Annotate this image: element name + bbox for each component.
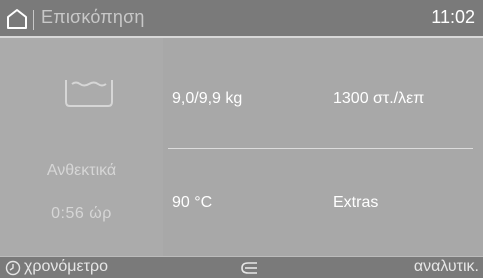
settings-panel: 9,0/9,9 kg 1300 στ./λεπ 90 °C Extras — [163, 38, 483, 256]
program-name: Ανθεκτικά — [46, 162, 117, 179]
page-title: Επισκόπηση — [41, 7, 145, 27]
header-divider — [33, 10, 34, 30]
program-panel[interactable]: Ανθεκτικά 0:56 ώρ — [0, 38, 163, 256]
footer-bar: χρονόμετρο αναλυτικ. — [0, 256, 483, 278]
spin-speed-setting[interactable]: 1300 στ./λεπ — [333, 90, 424, 108]
washing-tub-icon — [65, 80, 113, 107]
clock-icon[interactable] — [5, 260, 21, 276]
header-bar: Επισκόπηση 11:02 — [0, 0, 483, 38]
temperature-setting[interactable]: 90 °C — [172, 194, 212, 212]
extras-setting[interactable]: Extras — [333, 194, 378, 212]
settings-divider — [168, 148, 473, 149]
eco-feedback-icon[interactable] — [238, 260, 260, 276]
clock-time: 11:02 — [431, 7, 475, 27]
program-duration: 0:56 ώρ — [51, 205, 112, 222]
details-button[interactable]: αναλυτικ. — [414, 258, 479, 276]
washer-display: Επισκόπηση 11:02 Ανθεκτικά 0:56 ώρ 9,0/9… — [0, 0, 483, 278]
home-icon[interactable] — [6, 8, 28, 30]
load-setting[interactable]: 9,0/9,9 kg — [172, 90, 242, 108]
timer-button[interactable]: χρονόμετρο — [24, 258, 108, 276]
